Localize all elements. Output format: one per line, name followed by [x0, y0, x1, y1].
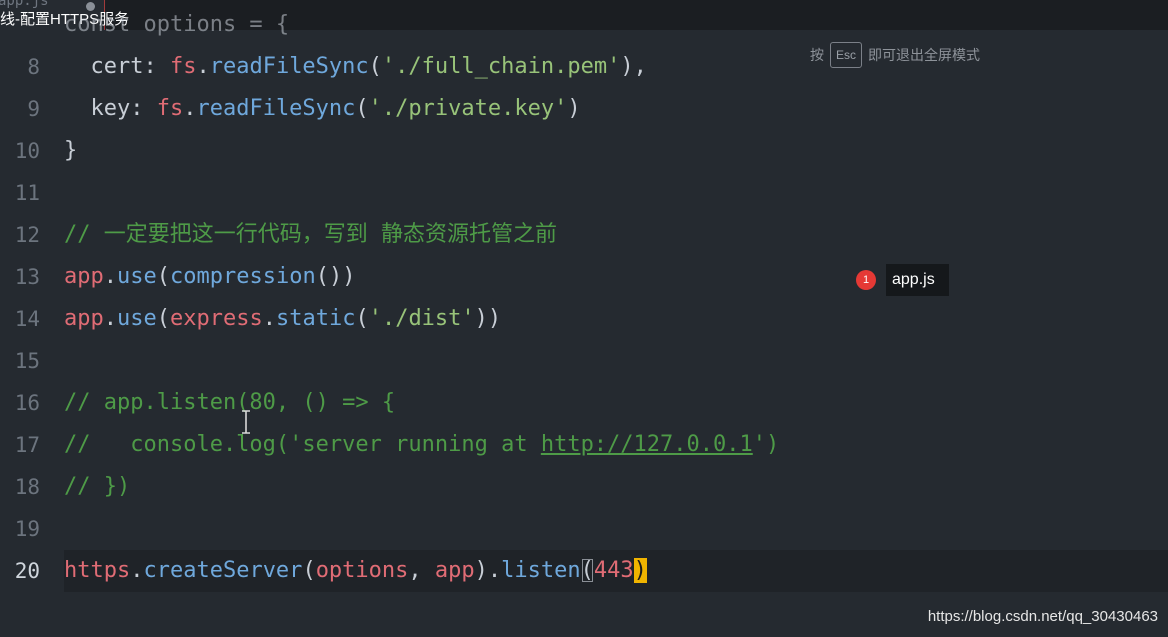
token: compression — [170, 264, 316, 289]
token: . — [262, 306, 276, 331]
code-line-20[interactable]: https.createServer(options, app).listen(… — [64, 550, 647, 592]
token: ( — [355, 96, 369, 121]
token: ') — [752, 432, 780, 457]
token: . — [130, 558, 144, 583]
token: fs — [156, 96, 184, 121]
token: static — [275, 306, 356, 331]
token: )) — [474, 306, 502, 331]
token: ), — [620, 54, 647, 79]
code-line-13[interactable]: app.use(compression()) — [64, 256, 355, 298]
token: . — [183, 96, 197, 121]
token: , — [408, 558, 435, 583]
line-number: 17 — [14, 433, 40, 457]
token: createServer — [143, 558, 303, 583]
code-line-17-comment[interactable]: // console.log('server running at http:/… — [64, 424, 779, 466]
token: ()) — [315, 264, 356, 289]
token: ( — [156, 264, 170, 289]
token: readFileSync — [196, 96, 356, 121]
token: app — [434, 558, 475, 583]
token: ( — [368, 54, 382, 79]
esc-key: Esc — [830, 42, 863, 68]
token: express — [170, 306, 263, 331]
line-number: 16 — [14, 391, 40, 415]
line-number: 12 — [14, 223, 40, 247]
notification-badge: 1 — [856, 270, 876, 290]
line-number: 14 — [14, 307, 40, 331]
esc-hint-suffix: 即可退出全屏模式 — [868, 47, 981, 63]
ibeam-cursor-icon — [242, 410, 250, 434]
token: 443 — [593, 558, 634, 583]
token: app — [64, 264, 104, 289]
line-number-active: 20 — [14, 559, 40, 583]
token: https — [64, 558, 131, 583]
line-number: 9 — [27, 97, 40, 121]
url-link[interactable]: http://127.0.0.1 — [541, 432, 753, 457]
line-number: 19 — [14, 517, 40, 541]
line-number: 11 — [14, 181, 40, 205]
token: ( — [156, 306, 170, 331]
code-line-7-partial: const options = { — [64, 12, 290, 37]
code-line-10[interactable]: } — [64, 130, 77, 172]
code-line-16-comment[interactable]: // app.listen(80, () => { — [64, 382, 395, 424]
code-line-14[interactable]: app.use(express.static('./dist')) — [64, 298, 501, 340]
line-number: 13 — [14, 265, 40, 289]
token: // console.log('server running at — [64, 432, 541, 457]
text-cursor: ) — [633, 558, 647, 583]
line-number: 10 — [14, 139, 40, 163]
line-number: 8 — [27, 55, 40, 79]
token: key: — [64, 96, 157, 121]
matched-bracket: ( — [580, 558, 594, 583]
token: fs — [169, 54, 197, 79]
token: ( — [302, 558, 316, 583]
token: ( — [355, 306, 369, 331]
token: . — [103, 264, 117, 289]
token: cert: — [64, 54, 170, 79]
esc-hint-prefix: 按 — [810, 47, 824, 63]
code-line-8[interactable]: cert: fs.readFileSync('./full_chain.pem'… — [64, 46, 647, 88]
code-line-18-comment[interactable]: // }) — [64, 466, 130, 508]
line-number: 15 — [14, 349, 40, 373]
token: './dist' — [368, 306, 475, 331]
token: use — [117, 306, 157, 331]
token: './private.key' — [368, 96, 568, 121]
token: . — [103, 306, 117, 331]
line-number: 18 — [14, 475, 40, 499]
watermark: https://blog.csdn.net/qq_30430463 — [927, 608, 1158, 625]
notification-text: app.js — [886, 264, 949, 296]
notification-popup[interactable]: 1 app.js — [856, 264, 949, 296]
token: app — [64, 306, 104, 331]
token: ) — [567, 96, 581, 121]
code-line-9[interactable]: key: fs.readFileSync('./private.key') — [64, 88, 581, 130]
token: . — [196, 54, 210, 79]
token: ). — [474, 558, 502, 583]
fullscreen-esc-hint: 按 Esc 即可退出全屏模式 — [810, 38, 980, 72]
token: listen — [501, 558, 581, 583]
token: use — [117, 264, 157, 289]
token: './full_chain.pem' — [381, 54, 621, 79]
token: options — [315, 558, 409, 583]
token: readFileSync — [209, 54, 369, 79]
code-line-12-comment[interactable]: // 一定要把这一行代码，写到 静态资源托管之前 — [64, 214, 557, 256]
